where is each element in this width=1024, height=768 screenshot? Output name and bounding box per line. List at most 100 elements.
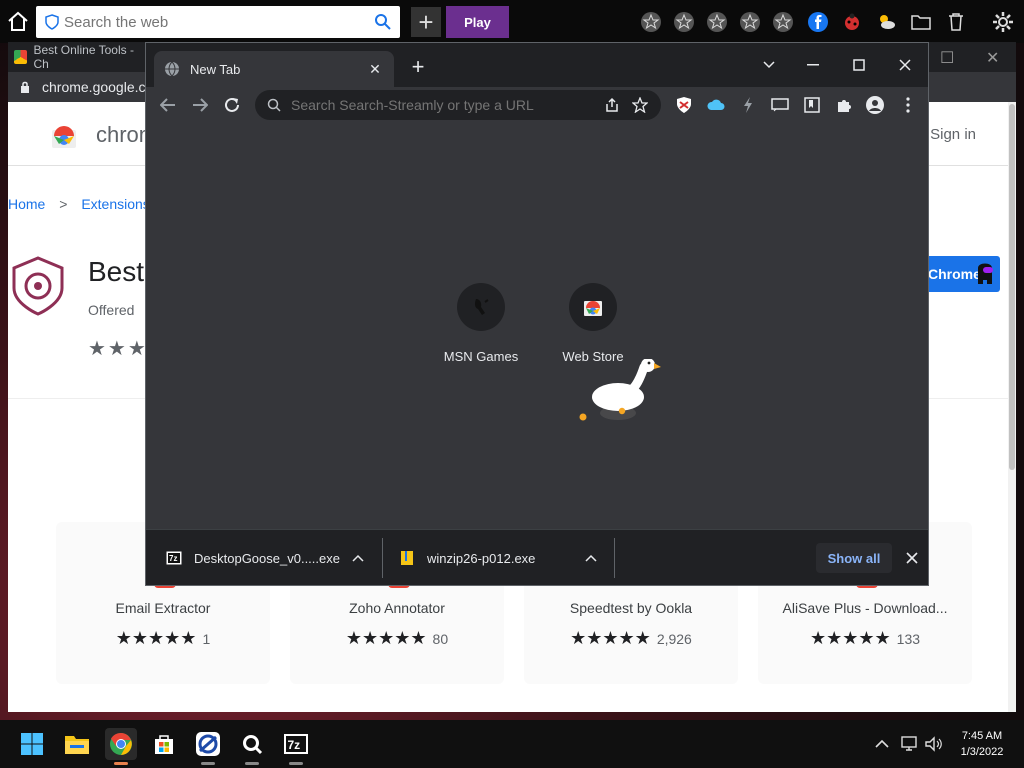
breadcrumb: Home > Extensions: [8, 196, 160, 212]
breadcrumb-separator: >: [59, 196, 68, 212]
tab-title: New Tab: [190, 61, 241, 77]
svg-text:7z: 7z: [169, 554, 177, 563]
trash-icon[interactable]: [944, 10, 968, 34]
facebook-icon[interactable]: [806, 10, 830, 34]
msn-games-icon: [457, 283, 505, 331]
tab-new-tab[interactable]: New Tab ✕: [154, 51, 394, 87]
system-clock[interactable]: 7:45 AM 1/3/2022: [950, 728, 1014, 760]
close-tab-icon[interactable]: ✕: [366, 60, 384, 78]
play-button[interactable]: Play: [446, 6, 509, 38]
gear-icon[interactable]: [991, 10, 1015, 34]
web-search-input[interactable]: [64, 13, 374, 31]
search-toolbar: + Play: [0, 0, 1024, 43]
shortcut-msn-games[interactable]: MSN Games: [425, 283, 537, 364]
show-all-button[interactable]: Show all: [816, 543, 892, 573]
app-icon[interactable]: [192, 728, 224, 760]
shortcut-web-store[interactable]: Web Store: [537, 283, 649, 364]
rating-count: 1: [202, 630, 211, 647]
card-rating: ★★★★★ 1: [56, 628, 270, 649]
share-icon[interactable]: [603, 96, 621, 114]
download-shelf: 7z DesktopGoose_v0.....exe winzip26-p012…: [146, 529, 928, 585]
sign-in-link[interactable]: Sign in: [930, 126, 976, 143]
star-icon[interactable]: [639, 10, 663, 34]
scrollbar[interactable]: [1008, 102, 1016, 712]
screenshot-icon[interactable]: [770, 95, 790, 115]
windows-start-icon[interactable]: [16, 728, 48, 760]
new-tab-button[interactable]: +: [406, 54, 430, 79]
network-icon[interactable]: [900, 734, 920, 754]
folder-icon[interactable]: [909, 10, 933, 34]
desktop-goose-icon[interactable]: [574, 359, 674, 429]
card-title[interactable]: Speedtest by Ookla: [524, 600, 738, 616]
star-icon[interactable]: [771, 10, 795, 34]
download-filename: DesktopGoose_v0.....exe: [194, 550, 340, 566]
home-icon[interactable]: [6, 10, 30, 34]
running-app-indicator: [245, 762, 259, 765]
omnibox[interactable]: [255, 90, 661, 120]
clock-time: 7:45 AM: [961, 730, 1003, 742]
volume-icon[interactable]: [924, 734, 944, 754]
shield-icon: [45, 14, 59, 30]
chrome-web-store-logo: [52, 126, 76, 148]
web-search-box: [36, 6, 400, 38]
close-icon[interactable]: [902, 548, 922, 568]
weather-icon[interactable]: [874, 10, 898, 34]
bookmark-ext-icon[interactable]: [802, 95, 822, 115]
rating-stars: ★★★★★: [809, 628, 891, 648]
puzzle-icon[interactable]: [834, 95, 854, 115]
omnibox-input[interactable]: [291, 97, 593, 113]
download-item[interactable]: 7z DesktopGoose_v0.....exe: [166, 530, 376, 586]
star-icon[interactable]: [672, 10, 696, 34]
web-store-icon: [569, 283, 617, 331]
maximize-icon[interactable]: ☐: [940, 48, 954, 68]
divider: [382, 538, 383, 578]
minimize-icon[interactable]: [798, 51, 828, 79]
close-icon[interactable]: ✕: [986, 48, 999, 68]
breadcrumb-extensions[interactable]: Extensions: [81, 196, 149, 212]
chevron-up-icon[interactable]: [352, 551, 364, 565]
close-icon[interactable]: [890, 51, 920, 79]
reload-icon[interactable]: [220, 93, 244, 117]
card-title[interactable]: Email Extractor: [56, 600, 270, 616]
search-icon[interactable]: [374, 13, 392, 31]
forward-icon[interactable]: [188, 93, 212, 117]
card-title[interactable]: AliSave Plus - Download...: [758, 600, 972, 616]
ladybug-icon[interactable]: [840, 10, 864, 34]
chevron-down-icon[interactable]: [754, 51, 784, 79]
chevron-up-icon[interactable]: [872, 734, 892, 754]
card-title[interactable]: Zoho Annotator: [290, 600, 504, 616]
offered-by: Offered: [88, 302, 135, 318]
star-icon[interactable]: [705, 10, 729, 34]
chevron-up-icon[interactable]: [585, 551, 597, 565]
maximize-icon[interactable]: [844, 51, 874, 79]
add-button[interactable]: +: [411, 7, 441, 37]
breadcrumb-home[interactable]: Home: [8, 196, 45, 212]
profile-icon[interactable]: [865, 95, 885, 115]
search-app-icon[interactable]: [236, 728, 268, 760]
chrome-icon[interactable]: [105, 728, 137, 760]
rating-count: 80: [432, 630, 449, 647]
extension-rating: ★★★: [88, 338, 148, 360]
new-tab-page: MSN Games Web Store: [146, 123, 928, 529]
bg-tab-title: Best Online Tools - Ch: [33, 43, 134, 71]
divider: [614, 538, 615, 578]
menu-dots-icon[interactable]: [898, 95, 918, 115]
bolt-icon[interactable]: [738, 95, 758, 115]
add-to-chrome-button[interactable]: Chrome: [924, 256, 1000, 292]
file-explorer-icon[interactable]: [61, 728, 93, 760]
active-app-indicator: [114, 762, 128, 765]
7zip-icon[interactable]: 7z: [280, 728, 312, 760]
card-rating: ★★★★★ 80: [290, 628, 504, 649]
star-icon[interactable]: [738, 10, 762, 34]
mascot-icon: [978, 263, 993, 284]
brave-shield-icon[interactable]: [674, 95, 694, 115]
taskbar: 7z 7:45 AM 1/3/2022: [0, 720, 1024, 768]
scrollbar-thumb[interactable]: [1009, 104, 1015, 470]
download-item[interactable]: winzip26-p012.exe: [399, 530, 599, 586]
cloud-icon[interactable]: [706, 95, 726, 115]
microsoft-store-icon[interactable]: [148, 728, 180, 760]
bookmark-star-icon[interactable]: [631, 96, 649, 114]
rating-stars: ★★★★★: [345, 628, 427, 648]
bg-tab[interactable]: Best Online Tools - Ch: [8, 42, 148, 72]
back-icon[interactable]: [156, 93, 180, 117]
